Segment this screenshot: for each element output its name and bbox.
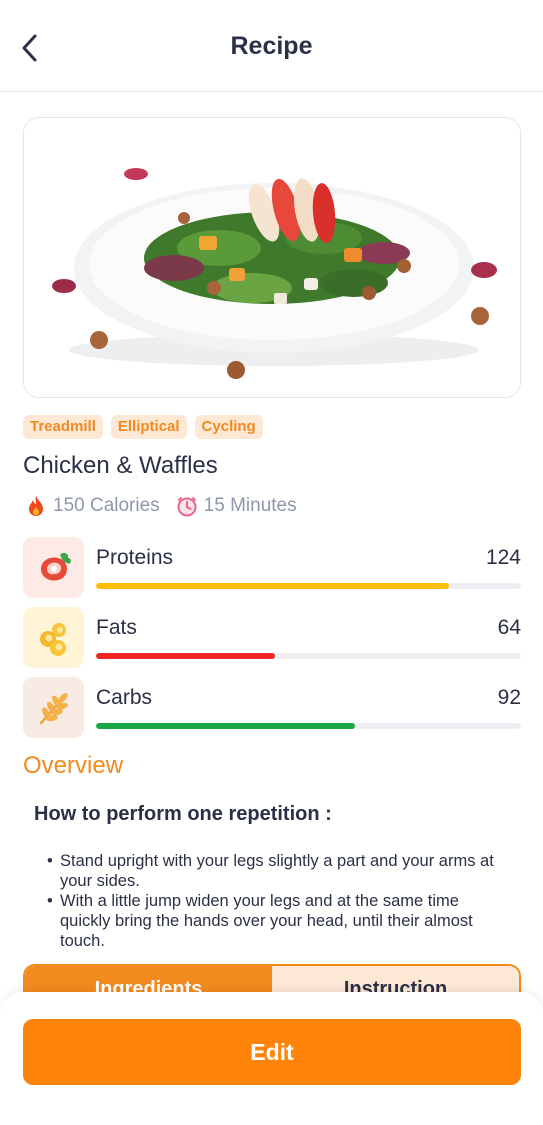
salad-plate-photo [24, 118, 520, 397]
wheat-icon [39, 692, 68, 724]
macro-value: 92 [497, 686, 521, 709]
clock-icon [176, 495, 198, 517]
tag-cycling[interactable]: Cycling [194, 415, 263, 439]
top-app-bar: Recipe [0, 0, 543, 92]
meat-icon [40, 552, 71, 581]
recipe-title: Chicken & Waffles [23, 452, 218, 479]
progress-fill [96, 723, 356, 729]
list-item: With a little jump widen your legs and a… [47, 891, 507, 951]
fats-icon-box [23, 607, 84, 668]
calories-text: 150 Calories [53, 495, 160, 516]
step-list: Stand upright with your legs slightly a … [47, 851, 507, 951]
overview-heading: Overview [23, 752, 124, 779]
macro-value: 64 [497, 616, 521, 639]
proteins-icon-box [23, 537, 84, 598]
macro-name: Fats [96, 616, 137, 639]
progress-track [96, 653, 521, 659]
macro-carbs: Carbs 92 [23, 677, 521, 739]
progress-track [96, 583, 521, 589]
macro-proteins: Proteins 124 [23, 537, 521, 599]
duration-text: 15 Minutes [203, 495, 297, 516]
calories-info: 150 Calories [25, 495, 160, 517]
macro-name: Carbs [96, 686, 153, 709]
duration-info: 15 Minutes [176, 495, 297, 517]
list-item: Stand upright with your legs slightly a … [47, 851, 507, 891]
macro-value: 124 [485, 546, 521, 569]
carbs-icon-box [23, 677, 84, 738]
bottom-sheet: Edit [0, 992, 543, 1125]
macro-fats: Fats 64 [23, 607, 521, 669]
fat-drops-icon [39, 622, 66, 656]
tag-list: Treadmill Elliptical Cycling [23, 415, 263, 439]
macro-name: Proteins [96, 546, 174, 569]
recipe-image [23, 117, 521, 398]
progress-fill [96, 583, 449, 589]
progress-fill [96, 653, 275, 659]
recipe-meta: 150 Calories 15 Minutes [25, 495, 313, 517]
howto-heading: How to perform one repetition : [34, 803, 332, 825]
progress-track [96, 723, 521, 729]
fire-icon [25, 495, 47, 517]
tag-elliptical[interactable]: Elliptical [110, 415, 187, 439]
edit-button[interactable]: Edit [23, 1019, 521, 1085]
page-title: Recipe [230, 32, 313, 60]
tag-treadmill[interactable]: Treadmill [23, 415, 103, 439]
